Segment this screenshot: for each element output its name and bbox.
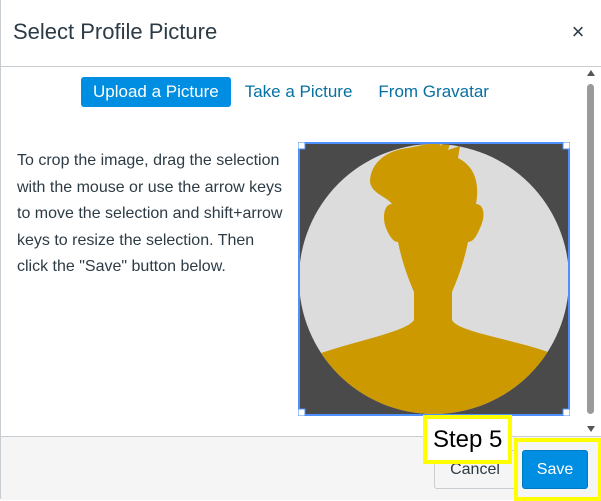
- tab-upload-picture[interactable]: Upload a Picture: [81, 77, 231, 107]
- save-button[interactable]: Save: [522, 450, 588, 489]
- resize-handle-top-left[interactable]: [298, 142, 306, 150]
- dialog-scrollbar[interactable]: [585, 70, 597, 434]
- resize-handle-top-right[interactable]: [562, 142, 570, 150]
- dialog-title: Select Profile Picture: [13, 19, 218, 44]
- picture-source-tabs: Upload a Picture Take a Picture From Gra…: [81, 77, 503, 107]
- dialog-header: Select Profile Picture ×: [1, 0, 601, 67]
- close-icon[interactable]: ×: [566, 20, 590, 44]
- tab-take-picture[interactable]: Take a Picture: [233, 77, 365, 107]
- step-annotation: Step 5: [423, 415, 513, 464]
- crop-area[interactable]: [298, 142, 570, 416]
- scroll-up-icon[interactable]: [587, 70, 595, 76]
- resize-handle-bottom-left[interactable]: [298, 408, 306, 416]
- scroll-down-icon[interactable]: [587, 426, 595, 432]
- avatar-placeholder-icon: [298, 142, 570, 416]
- resize-handle-bottom-right[interactable]: [562, 408, 570, 416]
- profile-picture-dialog: Select Profile Picture × Upload a Pictur…: [0, 0, 601, 501]
- scroll-thumb[interactable]: [587, 84, 594, 414]
- crop-instructions: To crop the image, drag the selection wi…: [17, 152, 283, 275]
- tab-from-gravatar[interactable]: From Gravatar: [366, 77, 501, 107]
